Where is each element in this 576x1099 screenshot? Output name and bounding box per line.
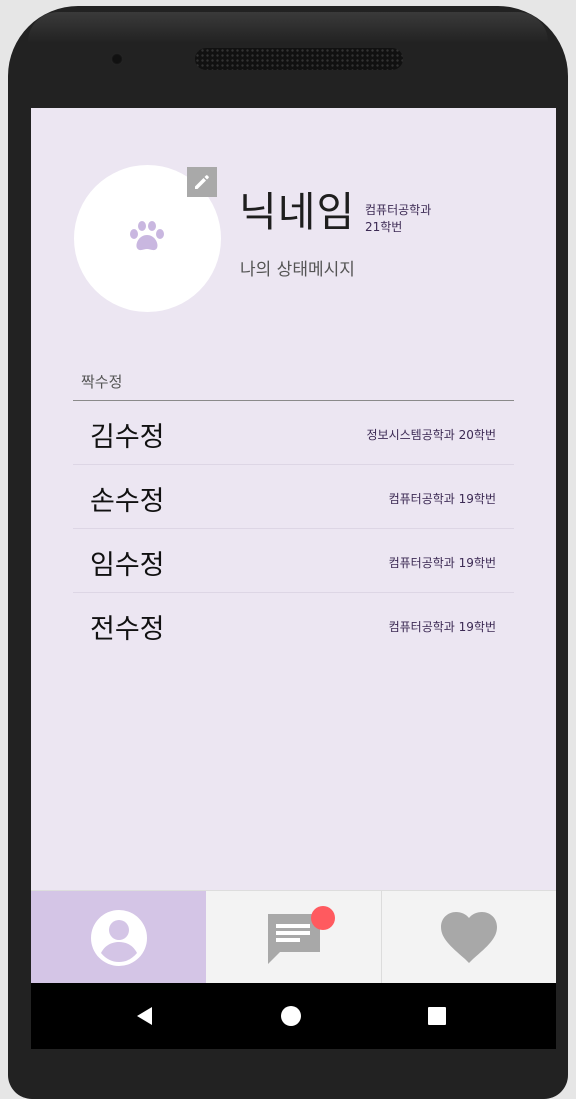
profile-nickname: 닉네임 [239, 188, 356, 236]
earpiece-speaker [195, 48, 403, 70]
profile-department-info: 컴퓨터공학과 21학번 [365, 202, 485, 236]
back-button[interactable] [115, 983, 175, 1049]
bottom-tab-bar [31, 890, 556, 984]
item-name: 손수정 [90, 486, 165, 517]
profile-department: 컴퓨터공학과 [365, 203, 432, 217]
phone-bezel-top [28, 12, 548, 42]
list-item[interactable]: 손수정 컴퓨터공학과 19학번 [73, 465, 514, 529]
item-department: 컴퓨터공학과 19학번 [388, 556, 496, 570]
list-item[interactable]: 김수정 정보시스템공학과 20학번 [73, 401, 514, 465]
profile-student-id: 21학번 [365, 220, 403, 234]
home-icon [281, 1006, 301, 1026]
back-icon [137, 1007, 152, 1025]
paw-icon [130, 221, 164, 251]
recents-button[interactable] [407, 983, 467, 1049]
item-department: 정보시스템공학과 20학번 [366, 428, 497, 442]
match-list: 김수정 정보시스템공학과 20학번 손수정 컴퓨터공학과 19학번 임수정 컴퓨… [73, 401, 514, 656]
tab-favorites[interactable] [382, 891, 556, 984]
profile-icon [90, 909, 147, 966]
tab-profile[interactable] [31, 891, 206, 984]
system-nav-bar [31, 983, 556, 1049]
notification-badge [311, 906, 335, 930]
list-item[interactable]: 임수정 컴퓨터공학과 19학번 [73, 529, 514, 593]
pencil-icon [195, 175, 209, 189]
home-button[interactable] [261, 983, 321, 1049]
item-department: 컴퓨터공학과 19학번 [388, 492, 496, 506]
edit-profile-button[interactable] [187, 167, 217, 197]
recents-icon [428, 1007, 446, 1025]
tab-chat[interactable] [206, 891, 382, 984]
list-item[interactable]: 전수정 컴퓨터공학과 19학번 [73, 593, 514, 656]
item-name: 임수정 [90, 550, 165, 581]
app-screen: 닉네임 컴퓨터공학과 21학번 나의 상태메시지 짝수정 김수정 정보시스템공학… [31, 108, 556, 983]
item-department: 컴퓨터공학과 19학번 [388, 620, 496, 634]
heart-icon [441, 911, 497, 963]
profile-status-message[interactable]: 나의 상태메시지 [240, 255, 355, 280]
section-title: 짝수정 [81, 373, 123, 391]
item-name: 전수정 [90, 614, 165, 645]
front-camera [111, 53, 123, 65]
item-name: 김수정 [90, 422, 165, 453]
